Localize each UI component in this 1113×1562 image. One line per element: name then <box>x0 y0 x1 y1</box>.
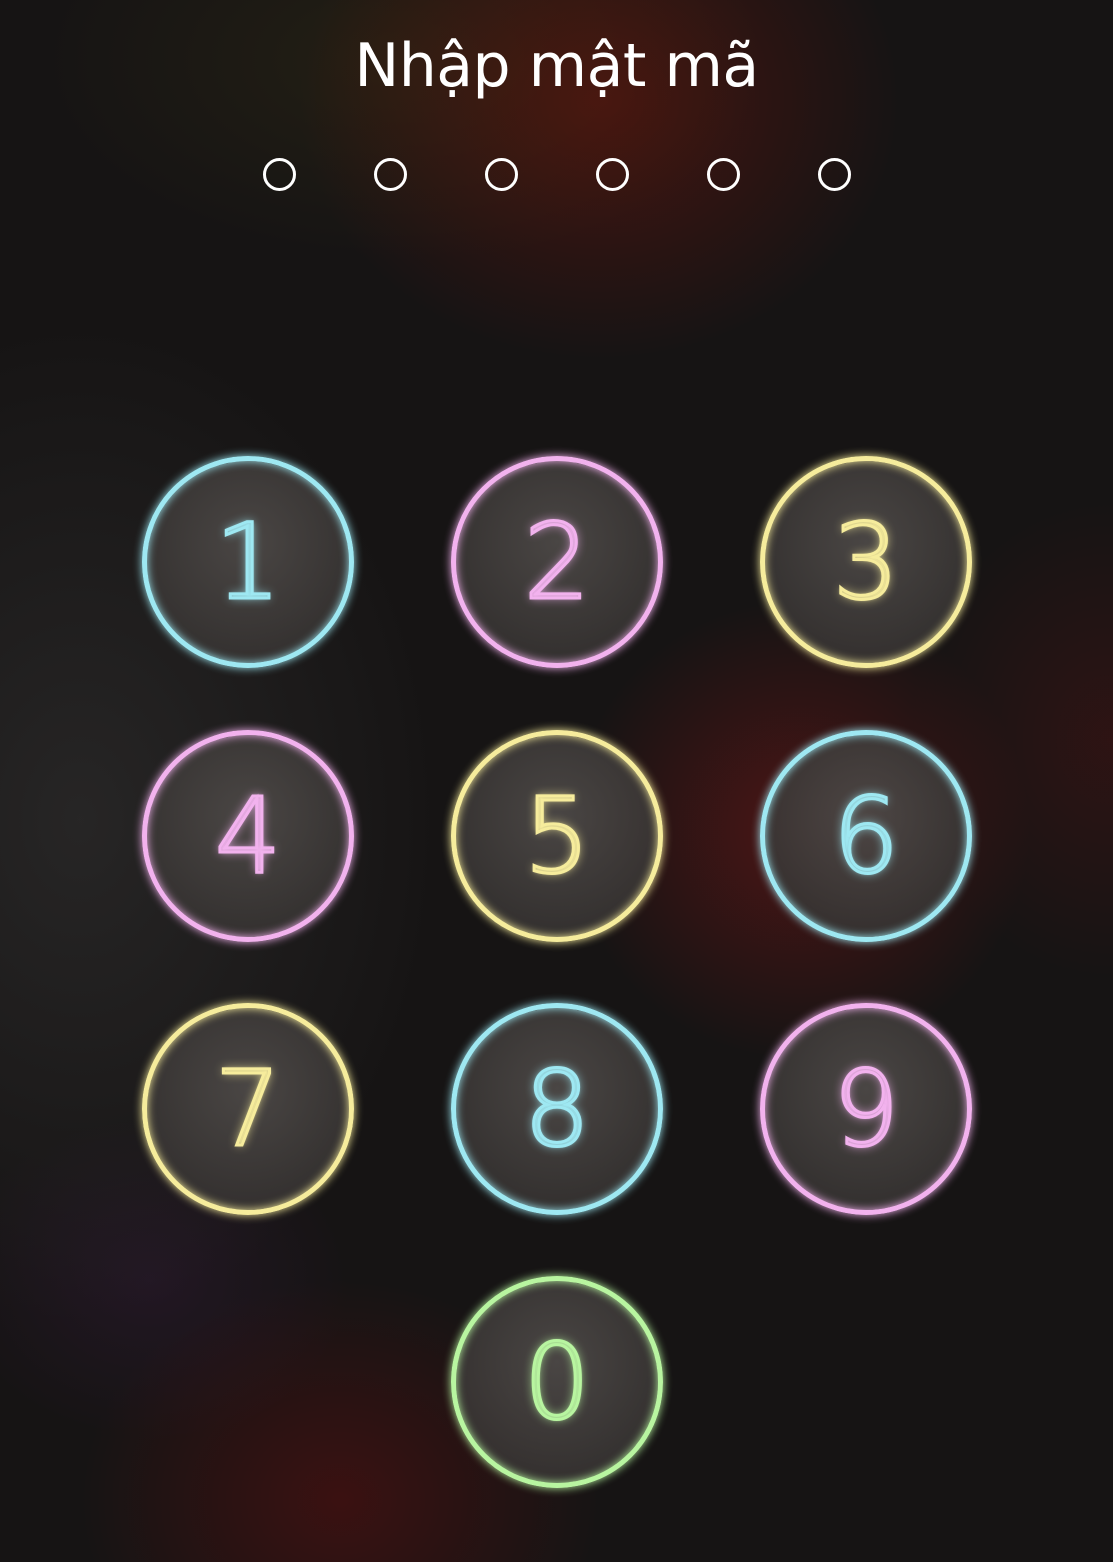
passcode-dot-5 <box>707 158 740 191</box>
keypad-key-5[interactable]: 5 <box>451 730 663 942</box>
keypad-key-4[interactable]: 4 <box>142 730 354 942</box>
passcode-dot-6 <box>818 158 851 191</box>
keypad-digit: 6 <box>831 775 900 897</box>
keypad-digit: 7 <box>213 1048 282 1170</box>
passcode-dot-3 <box>485 158 518 191</box>
keypad-key-9[interactable]: 9 <box>760 1003 972 1215</box>
keypad-key-8[interactable]: 8 <box>451 1003 663 1215</box>
keypad-digit: 5 <box>522 775 591 897</box>
passcode-title: Nhập mật mã <box>354 31 759 101</box>
keypad-digit: 0 <box>522 1321 591 1443</box>
keypad-key-7[interactable]: 7 <box>142 1003 354 1215</box>
keypad-digit: 8 <box>522 1048 591 1170</box>
keypad-key-2[interactable]: 2 <box>451 456 663 668</box>
keypad-digit: 4 <box>213 775 282 897</box>
passcode-dot-1 <box>263 158 296 191</box>
keypad-key-3[interactable]: 3 <box>760 456 972 668</box>
keypad-digit: 1 <box>213 501 282 623</box>
passcode-dot-2 <box>374 158 407 191</box>
keypad-key-0[interactable]: 0 <box>451 1276 663 1488</box>
keypad-digit: 3 <box>831 501 900 623</box>
passcode-dot-4 <box>596 158 629 191</box>
keypad-key-6[interactable]: 6 <box>760 730 972 942</box>
keypad-digit: 2 <box>522 501 591 623</box>
keypad-key-1[interactable]: 1 <box>142 456 354 668</box>
keypad-digit: 9 <box>831 1048 900 1170</box>
